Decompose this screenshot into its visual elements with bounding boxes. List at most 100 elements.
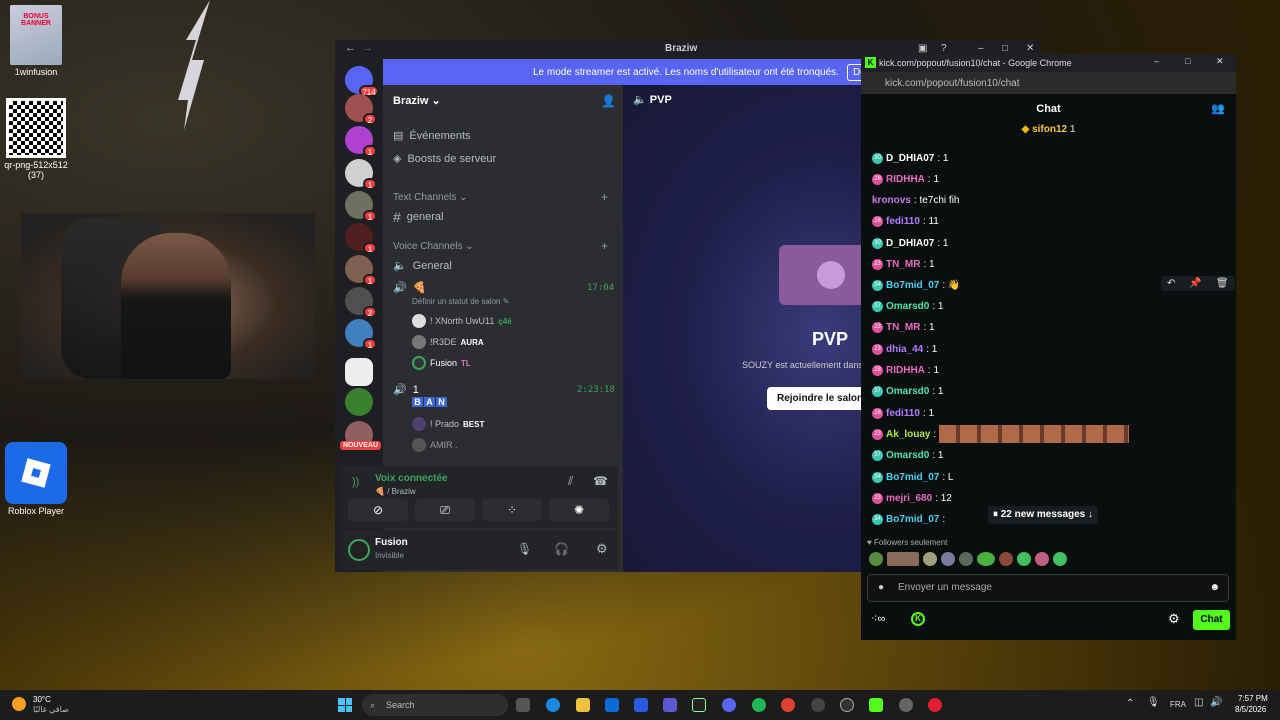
- trash-icon[interactable]: 🗑: [1216, 278, 1229, 289]
- status-prompt[interactable]: Définir un statut de salon ✎: [412, 297, 509, 306]
- boosts-item[interactable]: ◈ Boosts de serveur: [393, 152, 496, 166]
- spotify-icon[interactable]: [752, 698, 766, 712]
- headphones-icon[interactable]: 🎧: [554, 542, 569, 556]
- chat-message[interactable]: 23 dhia_44: 1: [872, 342, 937, 356]
- server-icon[interactable]: [345, 388, 373, 416]
- chevron-up-icon[interactable]: ⌃: [1126, 698, 1134, 709]
- opera-icon[interactable]: [928, 698, 942, 712]
- events-item[interactable]: ▤ Événements: [393, 129, 471, 143]
- chat-message[interactable]: 37 Omarsd0: 1: [872, 448, 943, 462]
- chrome-icon[interactable]: [781, 698, 795, 712]
- settings-gear-icon[interactable]: ⚙: [596, 541, 608, 557]
- chat-message[interactable]: 28 fedi110: 1: [872, 406, 934, 420]
- chat-message[interactable]: 34 Bo7mid_07: L: [872, 470, 953, 484]
- app-icon[interactable]: [840, 698, 854, 712]
- chat-username[interactable]: dhia_44: [886, 344, 923, 355]
- chat-username[interactable]: Bo7mid_07: [886, 472, 939, 483]
- emote[interactable]: [977, 552, 995, 566]
- chat-username[interactable]: fedi110: [886, 408, 920, 419]
- maximize-icon[interactable]: □: [1002, 43, 1008, 54]
- emote[interactable]: [887, 552, 919, 566]
- close-icon[interactable]: ✕: [1026, 43, 1034, 54]
- teams-icon[interactable]: [663, 698, 677, 712]
- emoji-icon[interactable]: ☻: [1209, 575, 1220, 601]
- chat-username[interactable]: RIDHHA: [886, 174, 925, 185]
- soundboard-button[interactable]: ✺: [549, 499, 609, 521]
- server-icon[interactable]: 2: [345, 94, 377, 125]
- volume-icon[interactable]: 🔊: [1210, 697, 1222, 708]
- forward-arrow-icon[interactable]: →: [362, 42, 373, 54]
- chat-message[interactable]: 23 mejri_680: 12: [872, 491, 952, 505]
- server-icon[interactable]: 1: [345, 159, 377, 190]
- screen-share-button[interactable]: ⎚: [415, 499, 475, 521]
- chat-input[interactable]: ● Envoyer un message ☻: [867, 574, 1229, 602]
- chat-username[interactable]: Omarsd0: [886, 450, 929, 461]
- desktop-icon-1winfusion[interactable]: BONUS BANNER 1winfusion: [4, 5, 68, 77]
- file-explorer-icon[interactable]: [576, 698, 590, 712]
- chat-message[interactable]: kronovs: te7chi fih: [872, 193, 960, 207]
- join-channel-button[interactable]: Rejoindre le salon: [767, 387, 874, 410]
- chat-username[interactable]: RIDHHA: [886, 365, 925, 376]
- chat-username[interactable]: Bo7mid_07: [886, 514, 939, 525]
- obs-icon[interactable]: [811, 698, 825, 712]
- add-member-icon[interactable]: 👤: [601, 94, 616, 108]
- emote-picker-icon[interactable]: ●: [878, 575, 884, 601]
- emote[interactable]: [1035, 552, 1049, 566]
- activities-button[interactable]: ⁘: [482, 499, 542, 521]
- server-icon[interactable]: 1: [345, 191, 377, 222]
- chat-username[interactable]: Omarsd0: [886, 386, 929, 397]
- new-messages-button[interactable]: ⏸ 22 new messages ↓: [988, 506, 1098, 524]
- edge-icon[interactable]: [546, 698, 560, 712]
- voice-user[interactable]: !R3DE AURA: [412, 335, 484, 349]
- kick-logo-icon[interactable]: K: [911, 612, 925, 626]
- minimize-icon[interactable]: –: [1154, 56, 1159, 66]
- voice-user[interactable]: ! Prado BEST: [412, 417, 484, 431]
- clock-date[interactable]: 8/5/2026: [1235, 705, 1266, 714]
- outlook-icon[interactable]: [605, 698, 619, 712]
- chat-settings-icon[interactable]: ⚙: [1168, 611, 1180, 627]
- send-chat-button[interactable]: Chat: [1193, 610, 1230, 630]
- chat-message[interactable]: 28 RIDHHA: 1: [872, 172, 939, 186]
- pinned-gifter[interactable]: ◆ sifon12 1: [861, 124, 1236, 142]
- chat-message[interactable]: 23 Ak_louay:: [872, 425, 1130, 443]
- category-text-channels[interactable]: Text Channels ⌄: [393, 192, 468, 203]
- language-indicator[interactable]: FRA: [1170, 700, 1186, 709]
- desktop-icon-roblox[interactable]: Roblox Player: [4, 442, 68, 516]
- address-bar[interactable]: kick.com/popout/fusion10/chat: [861, 72, 1236, 94]
- chat-message[interactable]: 34 Bo7mid_07:: [872, 512, 945, 526]
- camera-off-button[interactable]: ⊘: [348, 499, 408, 521]
- server-icon[interactable]: 1: [345, 255, 377, 286]
- chat-username[interactable]: Bo7mid_07: [886, 280, 939, 291]
- users-icon[interactable]: 👥: [1211, 94, 1225, 124]
- emote[interactable]: [869, 552, 883, 566]
- back-arrow-icon[interactable]: ←: [345, 42, 356, 54]
- channel-general[interactable]: # general: [393, 209, 444, 225]
- chat-username[interactable]: D_DHIA07: [886, 238, 934, 249]
- inbox-icon[interactable]: ▣: [918, 43, 927, 54]
- store-icon[interactable]: [634, 698, 648, 712]
- voice-channel-pizza[interactable]: 🔊 🍕: [393, 281, 426, 294]
- mic-tray-icon[interactable]: 🎙: [1147, 697, 1160, 708]
- user-avatar[interactable]: [348, 539, 370, 561]
- chat-message[interactable]: 30 D_DHIA07: 1: [872, 236, 948, 250]
- emote[interactable]: [1017, 552, 1031, 566]
- reply-icon[interactable]: ↶: [1167, 278, 1175, 289]
- help-icon[interactable]: ?: [941, 43, 947, 54]
- emote[interactable]: [923, 552, 937, 566]
- close-icon[interactable]: ✕: [1216, 56, 1224, 67]
- voice-channel-1[interactable]: 🔊 1: [393, 383, 419, 397]
- server-icon-active[interactable]: [345, 358, 373, 386]
- chat-username[interactable]: TN_MR: [886, 322, 920, 333]
- voice-user[interactable]: Fusion TL: [412, 356, 471, 370]
- chat-message[interactable]: 34 Bo7mid_07: 👋: [872, 278, 960, 292]
- microphone-icon[interactable]: 🎙: [517, 542, 532, 556]
- voice-user[interactable]: AMIR .: [412, 438, 458, 452]
- emote[interactable]: [1053, 552, 1067, 566]
- maximize-icon[interactable]: □: [1185, 56, 1190, 66]
- emote[interactable]: [941, 552, 955, 566]
- server-icon[interactable]: 2: [345, 287, 377, 318]
- chat-username[interactable]: TN_MR: [886, 259, 920, 270]
- add-channel-icon[interactable]: +: [601, 190, 608, 204]
- minimize-icon[interactable]: –: [978, 43, 984, 54]
- chat-message[interactable]: 30 D_DHIA07: 1: [872, 151, 948, 165]
